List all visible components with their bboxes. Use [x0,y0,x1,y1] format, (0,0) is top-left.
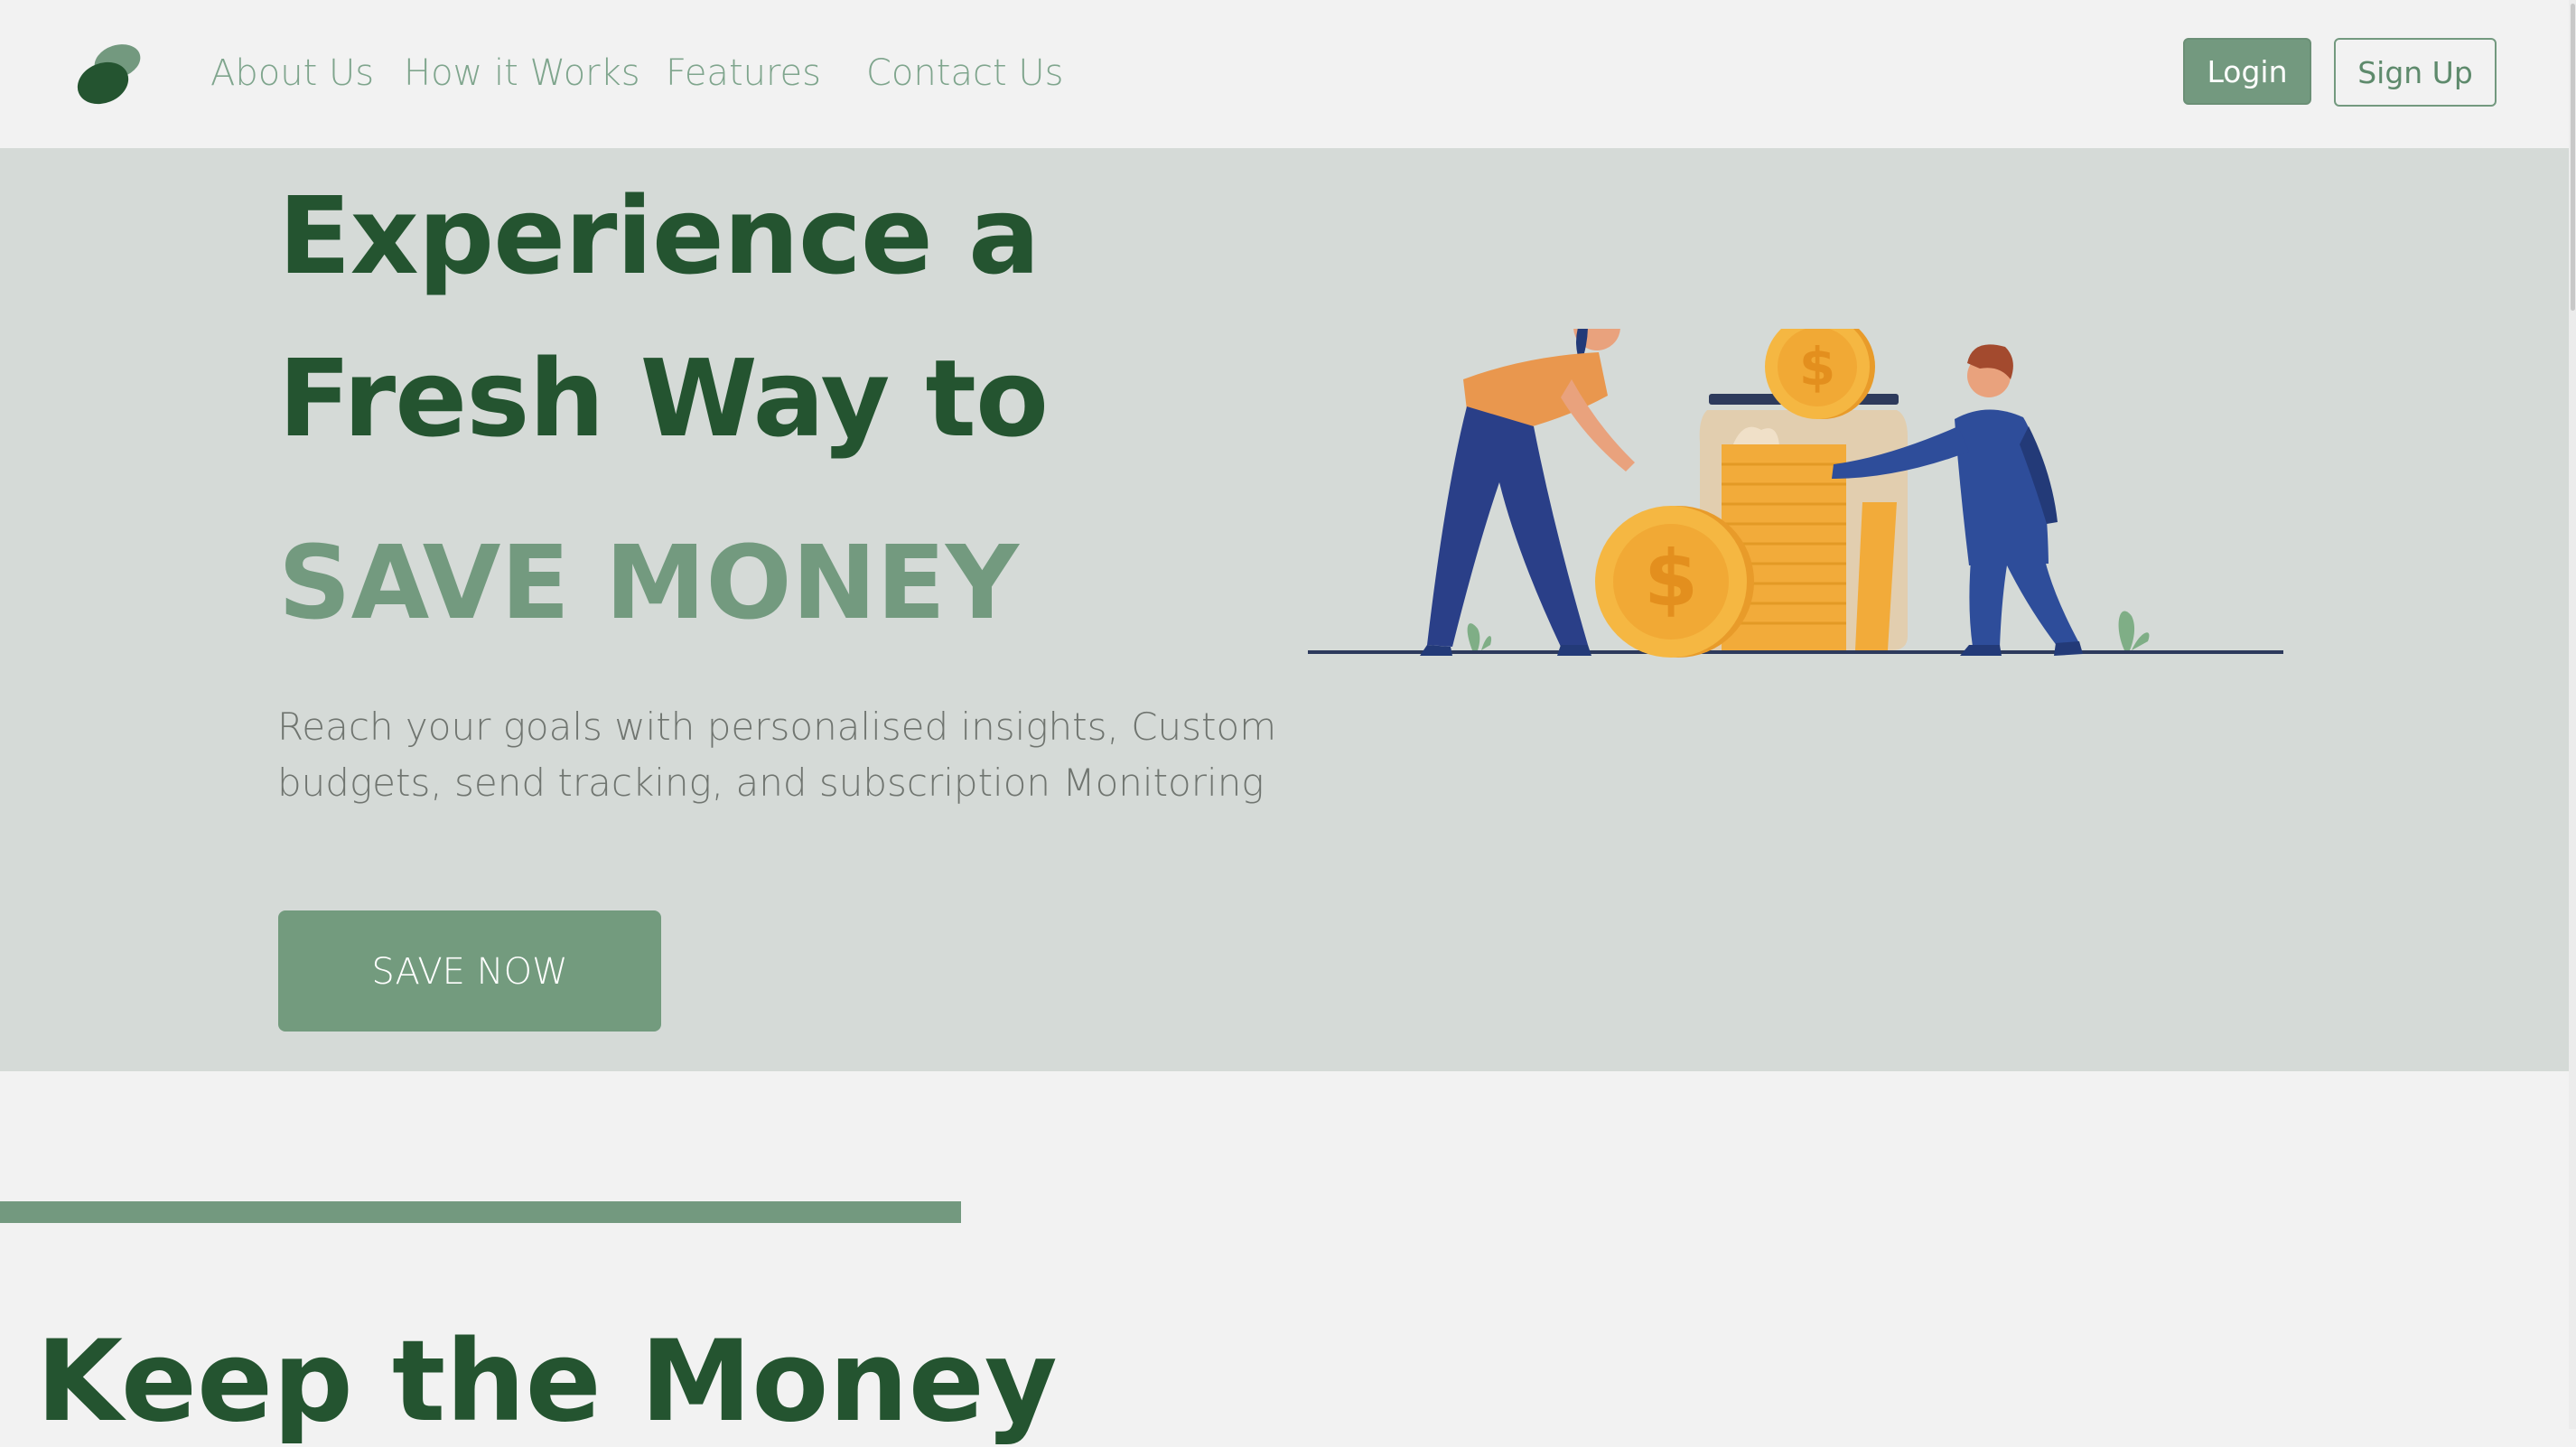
nav-contact-us[interactable]: Contact Us [866,43,1063,103]
section-title: Keep the Money [36,1317,1058,1447]
nav-about-us[interactable]: About Us [210,43,374,103]
signup-button[interactable]: Sign Up [2334,38,2497,107]
hero-title-line-1: Experience a [278,173,1041,298]
top-navbar: About Us How it Works Features Contact U… [0,0,2569,148]
hero-subtitle-line-1: Reach your goals with personalised insig… [277,705,1277,749]
svg-text:$: $ [1799,336,1835,397]
section-divider-bar [0,1201,961,1223]
logo-icon[interactable] [65,27,155,117]
nav-features[interactable]: Features [666,43,821,103]
hero-section: Experience a Fresh Way to SAVE MONEY Rea… [0,148,2569,1071]
scrollbar-thumb[interactable] [2571,4,2575,311]
login-button[interactable]: Login [2183,38,2311,105]
scrollbar-track[interactable] [2569,0,2576,1429]
nav-how-it-works[interactable]: How it Works [404,43,640,103]
svg-text:$: $ [1644,534,1698,624]
hero-subtitle: Reach your goals with personalised insig… [277,699,1289,811]
saving-illustration-icon: $ $ [1308,329,2283,658]
hero-highlight: SAVE MONEY [278,525,1019,642]
save-now-button[interactable]: SAVE NOW [278,910,661,1032]
hero-title-line-2: Fresh Way to [278,336,1049,461]
hero-subtitle-line-2: budgets, send tracking, and subscription… [277,761,1265,805]
